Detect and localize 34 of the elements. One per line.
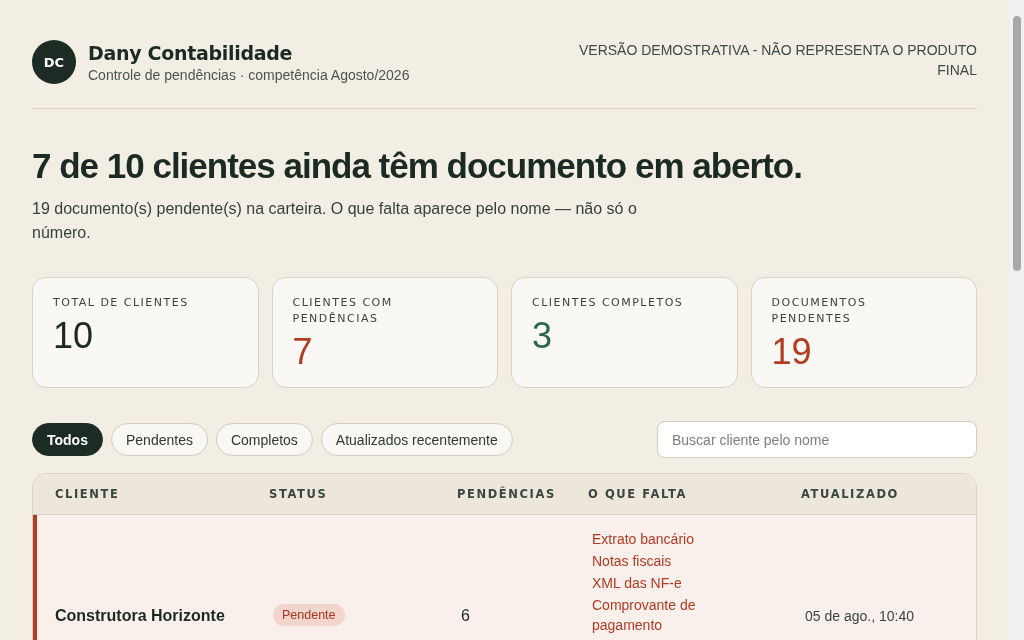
missing-document: XML das NF-e	[592, 574, 683, 593]
stat-label: CLIENTES COMPLETOS	[532, 295, 685, 311]
table-row[interactable]: Construtora Horizonte Pendente 6 Extrato bancário Notas fiscais XML das NF-e Comprovante de pagamento 05 de ago., 10:40	[33, 515, 976, 640]
column-header: CLIENTE	[54, 487, 121, 501]
updated-time: 05 de ago., 10:40	[805, 607, 914, 624]
demo-notice: VERSÃO DEMOSTRATIVA - NÃO REPRESENTA O PRODUTO FINAL	[577, 41, 977, 80]
client-name: Construtora Horizonte	[55, 606, 225, 624]
status-badge: Pendente	[273, 604, 345, 626]
stat-label: TOTAL DE CLIENTES	[53, 295, 190, 311]
search-field[interactable]: Buscar cliente pelo nome	[657, 421, 977, 458]
stat-value: 7	[292, 331, 314, 373]
filter-chip[interactable]: Pendentes	[110, 423, 208, 456]
stat-label: CLIENTES COM PENDÊNCIAS	[292, 295, 394, 327]
pending-count: 6	[461, 606, 470, 624]
stat-value: 3	[532, 315, 554, 357]
missing-document: Comprovante de pagamento	[592, 596, 697, 635]
missing-document: Notas fiscais	[592, 552, 673, 571]
scrollbar[interactable]	[1009, 0, 1024, 640]
headline: 7 de 10 clientes ainda têm documento em aberto.	[32, 145, 803, 187]
avatar-initials: DC	[32, 40, 76, 84]
company-subtitle: Controle de pendências · competência Agosto/2026	[88, 66, 410, 83]
column-header: O QUE FALTA	[588, 487, 689, 501]
column-header: PENDÊNCIAS	[457, 487, 557, 501]
filter-chip[interactable]: Todos	[32, 423, 103, 456]
company-name: Dany Contabilidade	[88, 41, 294, 64]
column-header: STATUS	[269, 487, 329, 501]
stat-value: 10	[53, 315, 95, 357]
filter-chip[interactable]: Atualizados recentemente	[320, 423, 513, 456]
stat-label: DOCUMENTOS PENDENTES	[771, 295, 868, 327]
stat-value: 19	[771, 331, 813, 373]
summary-text: 19 documento(s) pendente(s) na carteira. O que falta aparece pelo nome — não só o número.	[32, 199, 638, 243]
missing-document: Extrato bancário	[592, 530, 695, 549]
filter-chip[interactable]: Completos	[215, 423, 313, 456]
column-header: ATUALIZADO	[801, 487, 900, 501]
